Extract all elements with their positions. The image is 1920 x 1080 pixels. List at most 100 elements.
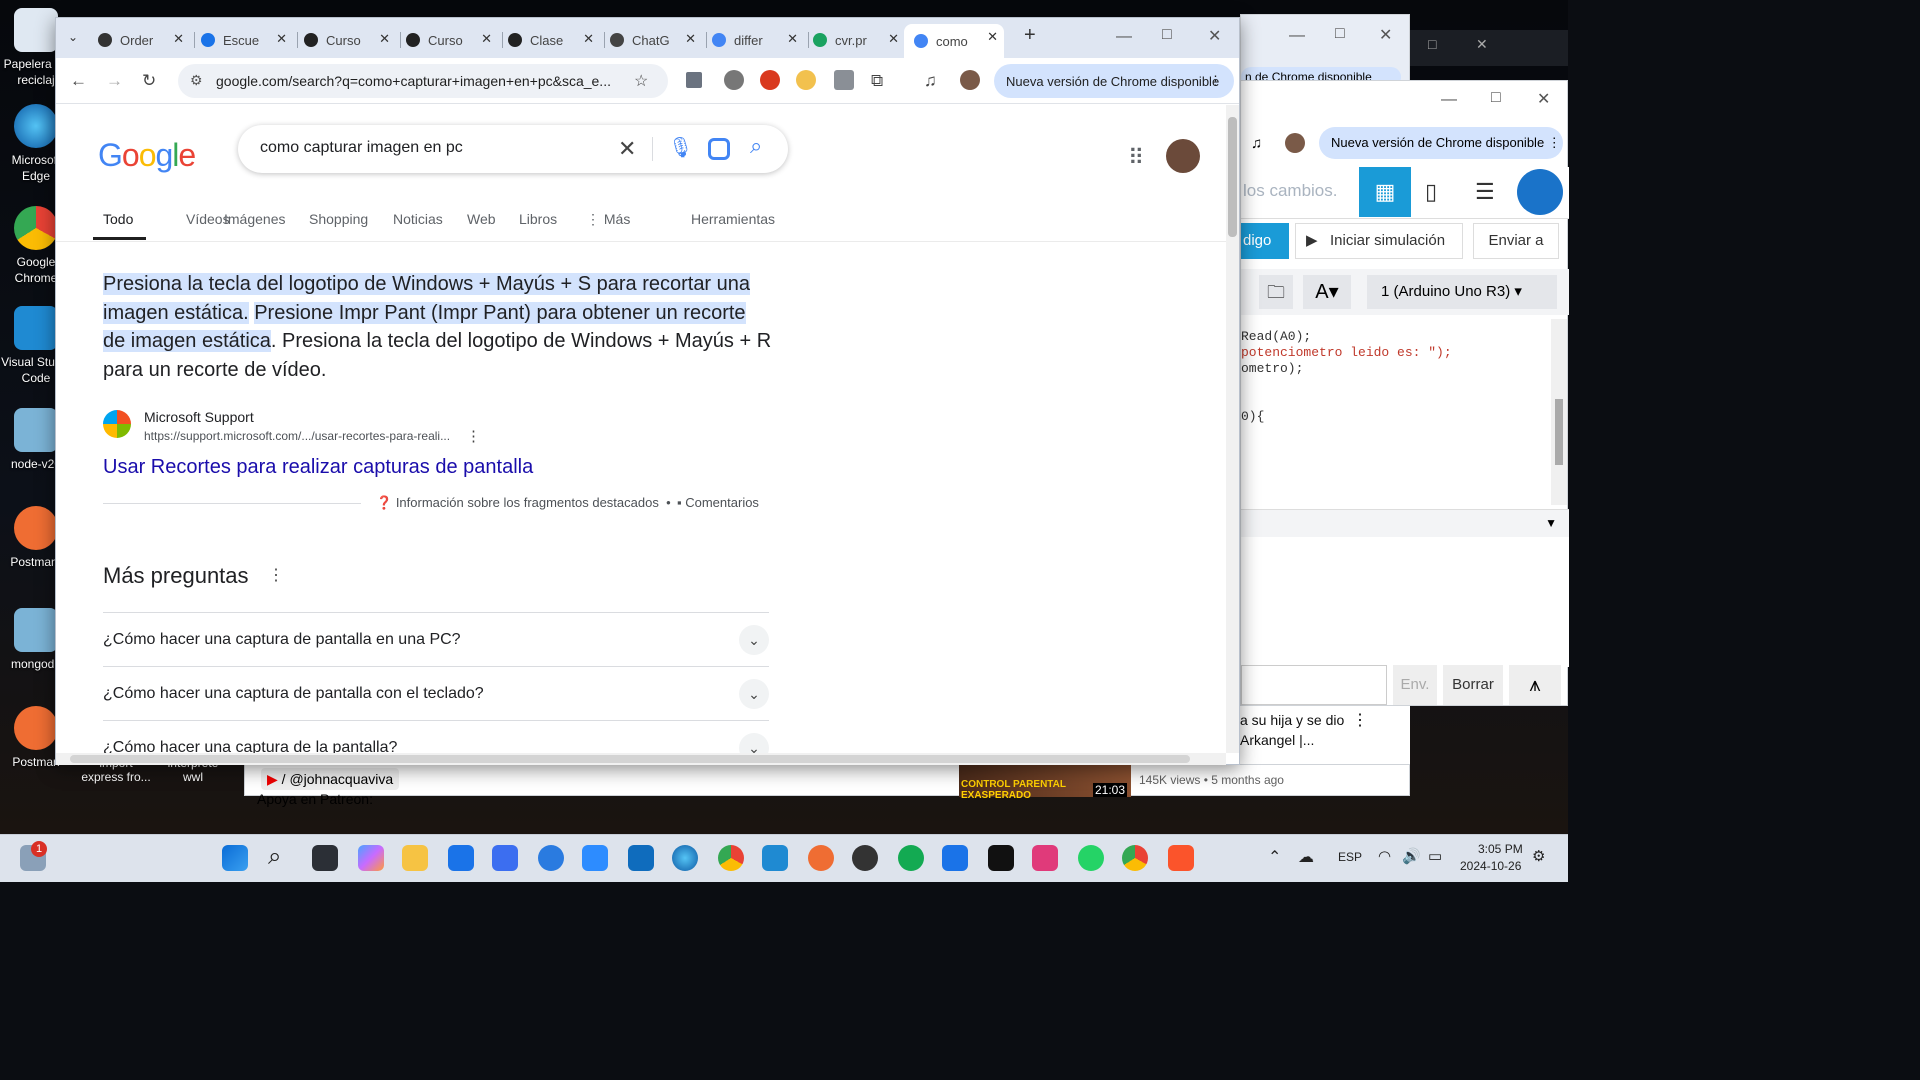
site-info-icon[interactable]: ⚙	[190, 72, 203, 89]
chevron-up-icon[interactable]: ⌃	[1268, 847, 1281, 867]
browser-tab[interactable]: cvr.pr ✕	[813, 26, 905, 54]
send-to-button[interactable]: Enviar a	[1473, 223, 1559, 259]
forward-icon[interactable]: →	[106, 71, 123, 91]
scroll-thumb[interactable]	[1228, 117, 1237, 237]
source-url[interactable]: https://support.microsoft.com/.../usar-r…	[144, 429, 450, 443]
google-logo[interactable]: Google	[98, 137, 196, 174]
extensions-puzzle-icon[interactable]: ⧉	[871, 71, 883, 91]
edge-icon[interactable]	[672, 845, 698, 871]
close-tab-icon[interactable]: ✕	[276, 31, 287, 47]
feedback-link[interactable]: ▪ Comentarios	[677, 495, 759, 510]
browser-tab[interactable]: Escue ✕	[201, 26, 293, 54]
close-tab-icon[interactable]: ✕	[481, 31, 492, 47]
video-thumbnail[interactable]: CONTROL PARENTAL EXASPERADO 21:03	[959, 765, 1131, 801]
maximize-icon[interactable]: □	[1428, 36, 1436, 52]
vscode-icon[interactable]	[762, 845, 788, 871]
maximize-icon[interactable]: □	[1335, 25, 1345, 43]
zoom-icon[interactable]	[582, 845, 608, 871]
result-link[interactable]: Usar Recortes para realizar capturas de …	[103, 456, 533, 479]
mongodb-icon[interactable]	[898, 845, 924, 871]
tab-all[interactable]: Todo	[103, 211, 133, 227]
browser-tab[interactable]: Clase ✕	[508, 26, 600, 54]
chevron-down-icon[interactable]: ▼	[1545, 516, 1557, 530]
serial-monitor-header[interactable]: ▼	[1241, 509, 1569, 539]
close-tab-icon[interactable]: ✕	[888, 31, 899, 47]
chrome-update-chip[interactable]: Nueva versión de Chrome disponible ⋮	[994, 64, 1234, 98]
terminal-icon[interactable]	[988, 845, 1014, 871]
chevron-down-icon[interactable]: ⌄	[739, 625, 769, 655]
github-icon[interactable]	[852, 845, 878, 871]
close-tab-icon[interactable]: ✕	[379, 31, 390, 47]
clear-search-icon[interactable]: ✕	[618, 136, 636, 162]
search-input[interactable]: como capturar imagen en pc	[260, 139, 463, 157]
maximize-icon[interactable]: □	[1491, 89, 1501, 107]
send-button[interactable]: Env.	[1393, 665, 1437, 705]
close-tab-icon[interactable]: ✕	[173, 31, 184, 47]
chrome-profile-icon[interactable]	[1122, 845, 1148, 871]
more-options-icon[interactable]: ⋮	[268, 565, 284, 585]
app-icon[interactable]	[538, 845, 564, 871]
clock-time[interactable]: 3:05 PM	[1478, 842, 1523, 856]
tab-more[interactable]: ⋮ Más	[586, 211, 630, 228]
extension-v-icon[interactable]	[686, 72, 702, 88]
app-icon[interactable]	[1032, 845, 1058, 871]
chrome-icon[interactable]	[718, 845, 744, 871]
close-icon[interactable]: ✕	[1379, 25, 1392, 45]
question-row[interactable]: ¿Cómo hacer una captura de pantalla en u…	[103, 612, 769, 666]
close-tab-icon[interactable]: ✕	[987, 29, 998, 45]
wifi-icon[interactable]: ◠	[1378, 847, 1391, 865]
browser-tab[interactable]: como ✕	[904, 24, 1004, 58]
minimize-icon[interactable]: —	[1289, 27, 1305, 45]
tab-news[interactable]: Noticias	[393, 211, 443, 227]
media-icon[interactable]: ♫	[1251, 135, 1262, 152]
camera-icon[interactable]	[834, 70, 854, 90]
scrollbar[interactable]	[1551, 319, 1567, 505]
file-explorer-icon[interactable]	[402, 845, 428, 871]
url-text[interactable]: google.com/search?q=como+capturar+imagen…	[216, 73, 611, 89]
cloud-icon[interactable]: ☁	[1298, 847, 1314, 867]
maximize-icon[interactable]: □	[1162, 26, 1172, 44]
list-icon[interactable]: ☰	[1475, 179, 1495, 205]
tools-button[interactable]: Herramientas	[691, 211, 775, 227]
new-tab-icon[interactable]: +	[1024, 24, 1036, 47]
extension-honey-icon[interactable]	[796, 70, 816, 90]
bookmark-star-icon[interactable]: ☆	[634, 71, 648, 91]
save-icon[interactable]: 🗀	[1259, 275, 1293, 309]
vertical-scrollbar[interactable]	[1226, 105, 1239, 753]
menu-icon[interactable]: ⋮	[1209, 73, 1222, 89]
components-icon[interactable]: ▦	[1359, 167, 1411, 217]
user-avatar-icon[interactable]	[1517, 169, 1563, 215]
postman-icon[interactable]	[808, 845, 834, 871]
source-name[interactable]: Microsoft Support	[144, 409, 254, 425]
brave-icon[interactable]	[1168, 845, 1194, 871]
start-simulation-button[interactable]: ▶ Iniciar simulación	[1295, 223, 1463, 259]
video-title-box[interactable]: a su hija y se dio Arkangel |... ⋮	[1240, 706, 1410, 764]
scroll-thumb[interactable]	[70, 755, 1190, 763]
media-control-icon[interactable]: ♫	[924, 71, 937, 91]
profile-avatar[interactable]	[960, 70, 980, 90]
chevron-down-icon[interactable]: ⌄	[739, 679, 769, 709]
clock-date[interactable]: 2024-10-26	[1460, 859, 1521, 873]
chevron-down-icon[interactable]: ⌄	[739, 733, 769, 753]
update-chip[interactable]: Nueva versión de Chrome disponible ⋮	[1319, 127, 1563, 159]
more-icon[interactable]: ⋮	[1352, 710, 1368, 730]
channel-link[interactable]: ▶ / @johnacquaviva	[261, 768, 400, 790]
code-editor[interactable]: Read(A0); potenciometro leido es: "); om…	[1241, 319, 1551, 505]
browser-tab[interactable]: differ ✕	[712, 26, 804, 54]
extension-s-icon[interactable]	[760, 70, 780, 90]
close-icon[interactable]: ✕	[1208, 26, 1221, 46]
apps-grid-icon[interactable]: ⠿	[1128, 145, 1144, 171]
question-row[interactable]: ¿Cómo hacer una captura de pantalla con …	[103, 666, 769, 720]
graph-icon[interactable]: ⩚	[1509, 665, 1561, 705]
task-view-icon[interactable]	[312, 845, 338, 871]
tab-web[interactable]: Web	[467, 211, 496, 227]
clear-button[interactable]: Borrar	[1443, 665, 1503, 705]
microsoft-logo-icon[interactable]	[103, 410, 131, 438]
lens-icon[interactable]	[708, 138, 730, 160]
schematic-icon[interactable]: ▯	[1425, 179, 1437, 205]
close-tab-icon[interactable]: ✕	[685, 31, 696, 47]
close-tab-icon[interactable]: ✕	[787, 31, 798, 47]
outlook-icon[interactable]	[628, 845, 654, 871]
question-row[interactable]: ¿Cómo hacer una captura de la pantalla? ⌄	[103, 720, 769, 753]
close-icon[interactable]: ✕	[1537, 89, 1550, 109]
